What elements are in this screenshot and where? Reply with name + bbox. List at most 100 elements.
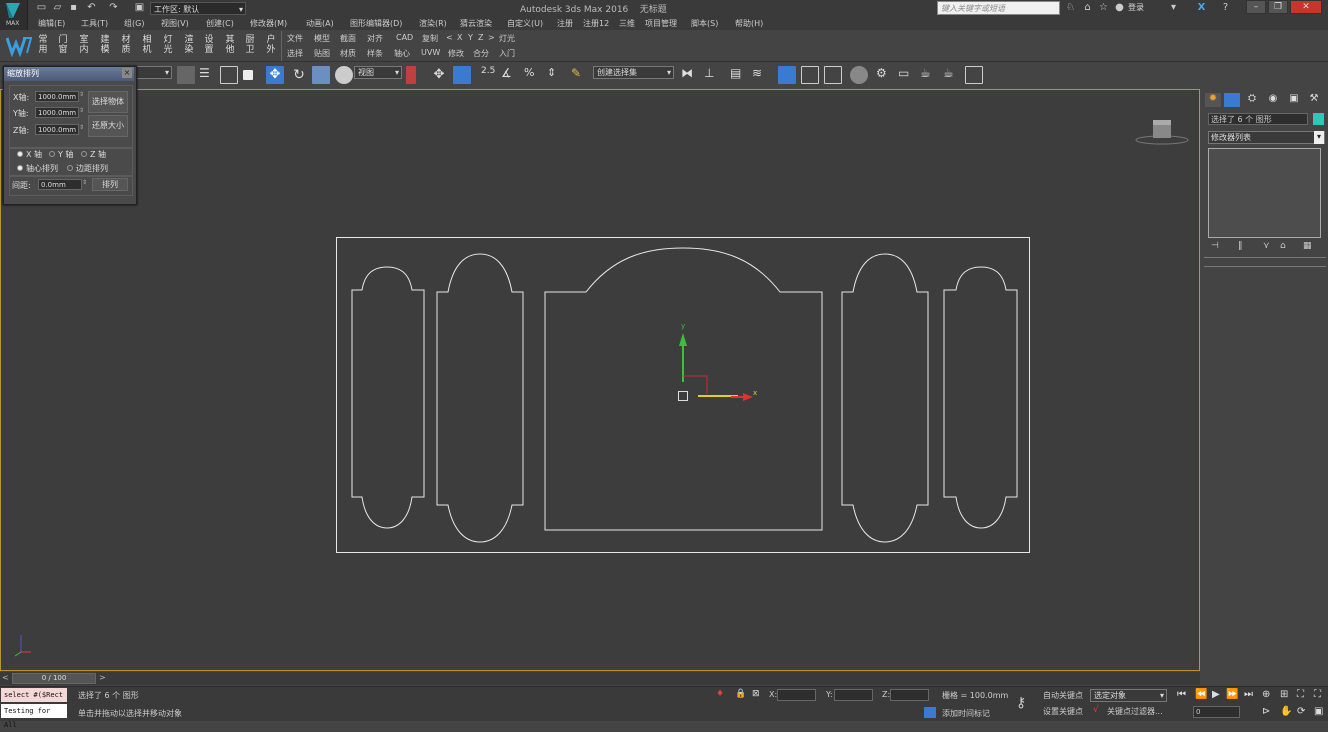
menu-register12[interactable]: 注册12 bbox=[583, 18, 609, 29]
radio-pivot-arrange[interactable] bbox=[17, 165, 23, 171]
z-axis-input[interactable]: 1000.0mm bbox=[35, 124, 79, 135]
reference-coord-dropdown[interactable]: 视图 ▾ bbox=[354, 66, 402, 79]
plugin-row2-button[interactable]: UVW bbox=[421, 48, 440, 57]
pin-stack-icon[interactable]: ⊣ bbox=[1211, 241, 1219, 251]
plugin-vertical-button[interactable]: 厨卫 bbox=[244, 35, 256, 55]
play-icon[interactable]: ▶ bbox=[1212, 689, 1220, 700]
selection-lock-icon[interactable]: 🔒 bbox=[735, 689, 746, 699]
utilities-tab-icon[interactable]: ⚒ bbox=[1306, 93, 1322, 107]
named-selection-dropdown[interactable]: 创建选择集 ▾ bbox=[593, 66, 674, 79]
zoom-extents-icon[interactable]: ⛶ bbox=[1297, 689, 1304, 700]
close-button[interactable]: ✕ bbox=[1290, 0, 1322, 14]
scale-icon[interactable] bbox=[312, 66, 330, 84]
layers-icon[interactable]: ≋ bbox=[752, 66, 770, 84]
plugin-row2-button[interactable]: 轴心 bbox=[394, 48, 410, 59]
curve-editor-icon[interactable] bbox=[801, 66, 819, 84]
plugin-vertical-button[interactable]: 设置 bbox=[203, 35, 215, 55]
plugin-vertical-button[interactable]: 常用 bbox=[37, 35, 49, 55]
x-coord-input[interactable] bbox=[777, 689, 816, 701]
plugin-vertical-button[interactable]: 其他 bbox=[224, 35, 236, 55]
maximize-button[interactable]: ❐ bbox=[1268, 0, 1288, 14]
plugin-vertical-button[interactable]: 相机 bbox=[141, 35, 153, 55]
plugin-row1-button[interactable]: 截面 bbox=[340, 33, 356, 44]
create-tab-icon[interactable]: ✹ bbox=[1205, 93, 1221, 107]
menu-customize[interactable]: 自定义(U) bbox=[507, 18, 543, 29]
minimize-button[interactable]: – bbox=[1246, 0, 1266, 14]
arched-panel-shape[interactable] bbox=[544, 247, 823, 531]
project-folder-icon[interactable]: ▣ bbox=[134, 2, 145, 13]
new-file-icon[interactable]: ▭ bbox=[36, 2, 47, 13]
plugin-row2-button[interactable]: 样条 bbox=[367, 48, 383, 59]
z-coord-input[interactable] bbox=[890, 689, 929, 701]
plugin-row1-button[interactable]: 灯光 bbox=[499, 33, 515, 44]
menu-graph-editors[interactable]: 图形编辑器(D) bbox=[350, 18, 402, 29]
pan-view-icon[interactable]: ✋ bbox=[1280, 706, 1292, 717]
layer-explorer-icon[interactable]: ▤ bbox=[730, 66, 748, 84]
remove-modifier-icon[interactable]: ⌂ bbox=[1280, 241, 1286, 251]
set-key-icon[interactable]: ⚷ bbox=[1016, 695, 1026, 711]
x-spinner-icon[interactable]: ⇕ bbox=[79, 91, 84, 98]
restore-size-button[interactable]: 还原大小 bbox=[88, 115, 128, 137]
prev-frame-button[interactable]: < bbox=[2, 673, 9, 682]
plugin-logo-icon[interactable] bbox=[6, 35, 32, 57]
redo-icon[interactable]: ↷ bbox=[108, 2, 119, 13]
save-icon[interactable]: ▪ bbox=[68, 2, 79, 13]
field-of-view-icon[interactable]: ⊳ bbox=[1262, 706, 1270, 717]
plugin-row1-button[interactable]: X bbox=[457, 33, 462, 42]
radio-x-axis[interactable] bbox=[17, 151, 23, 157]
ribbon-toggle-icon[interactable] bbox=[778, 66, 796, 84]
plugin-vertical-button[interactable]: 渲染 bbox=[183, 35, 195, 55]
object-color-swatch[interactable] bbox=[1313, 113, 1324, 125]
menu-register[interactable]: 注册 bbox=[557, 18, 573, 29]
transform-gizmo[interactable] bbox=[678, 333, 754, 401]
time-slider-thumb[interactable]: 0 / 100 bbox=[12, 673, 96, 684]
y-coord-input[interactable] bbox=[834, 689, 873, 701]
placement-icon[interactable] bbox=[335, 66, 353, 84]
favorite-star-icon[interactable]: ☆ bbox=[1098, 2, 1109, 13]
render-a360-icon[interactable] bbox=[965, 66, 983, 84]
plugin-row2-button[interactable]: 选择 bbox=[287, 48, 303, 59]
align-icon[interactable]: ⊥ bbox=[704, 66, 722, 84]
next-frame-button[interactable]: > bbox=[99, 673, 106, 682]
render-iterative-icon[interactable]: ☕ bbox=[943, 66, 961, 84]
set-key-button[interactable]: 设置关键点 bbox=[1043, 706, 1083, 717]
absolute-mode-icon[interactable]: ⊠ bbox=[752, 689, 760, 699]
add-time-tag-button[interactable]: 添加时间标记 bbox=[942, 708, 990, 719]
maximize-viewport-icon[interactable]: ▣ bbox=[1314, 706, 1323, 717]
rotate-icon[interactable]: ↻ bbox=[290, 66, 308, 84]
modifier-list-dropdown[interactable]: 修改器列表 ▾ bbox=[1208, 131, 1325, 144]
menu-views[interactable]: 视图(V) bbox=[161, 18, 189, 29]
select-manipulate-icon[interactable]: ✥ bbox=[430, 66, 448, 84]
plugin-row1-button[interactable]: 文件 bbox=[287, 33, 303, 44]
viewport-canvas[interactable]: y x bbox=[1, 90, 1199, 670]
login-link[interactable]: 登录 bbox=[1128, 2, 1144, 13]
menu-rendering[interactable]: 渲染(R) bbox=[419, 18, 447, 29]
perspective-viewport[interactable]: y x bbox=[0, 89, 1200, 671]
menu-group[interactable]: 组(G) bbox=[124, 18, 144, 29]
motion-tab-icon[interactable]: ◉ bbox=[1265, 93, 1281, 107]
render-frame-icon[interactable]: ▭ bbox=[898, 66, 916, 84]
modify-tab-icon[interactable] bbox=[1224, 93, 1240, 107]
show-end-result-icon[interactable]: ‖ bbox=[1238, 241, 1243, 251]
workspace-dropdown[interactable]: 工作区: 默认 ▾ bbox=[150, 2, 246, 15]
panel-title[interactable]: 缩放排列 × bbox=[4, 67, 134, 81]
orbit-icon[interactable]: ⟳ bbox=[1297, 706, 1305, 717]
plugin-row1-button[interactable]: Z bbox=[478, 33, 483, 42]
go-to-start-icon[interactable]: ⏮ bbox=[1177, 689, 1186, 700]
menu-help[interactable]: 帮助(H) bbox=[735, 18, 763, 29]
arrange-button[interactable]: 排列 bbox=[92, 178, 128, 191]
mirror-icon[interactable]: ⧓ bbox=[681, 66, 699, 84]
spacing-input[interactable]: 0.0mm bbox=[38, 179, 82, 190]
menu-tools[interactable]: 工具(T) bbox=[81, 18, 108, 29]
auto-key-button[interactable]: 自动关键点 bbox=[1043, 690, 1083, 701]
key-selection-dropdown[interactable]: 选定对象 ▾ bbox=[1090, 689, 1167, 702]
plugin-row2-button[interactable]: 修改 bbox=[448, 48, 464, 59]
plugin-row1-button[interactable]: > bbox=[488, 33, 495, 42]
time-tag-icon[interactable] bbox=[924, 707, 936, 718]
plugin-row2-button[interactable]: 入门 bbox=[499, 48, 515, 59]
plugin-vertical-button[interactable]: 材质 bbox=[120, 35, 132, 55]
prev-key-icon[interactable]: ⏪ bbox=[1195, 689, 1207, 700]
spacing-spinner-icon[interactable]: ⇕ bbox=[82, 179, 87, 186]
plugin-vertical-button[interactable]: 门窗 bbox=[57, 35, 69, 55]
hierarchy-tab-icon[interactable]: ⛭ bbox=[1244, 93, 1260, 107]
